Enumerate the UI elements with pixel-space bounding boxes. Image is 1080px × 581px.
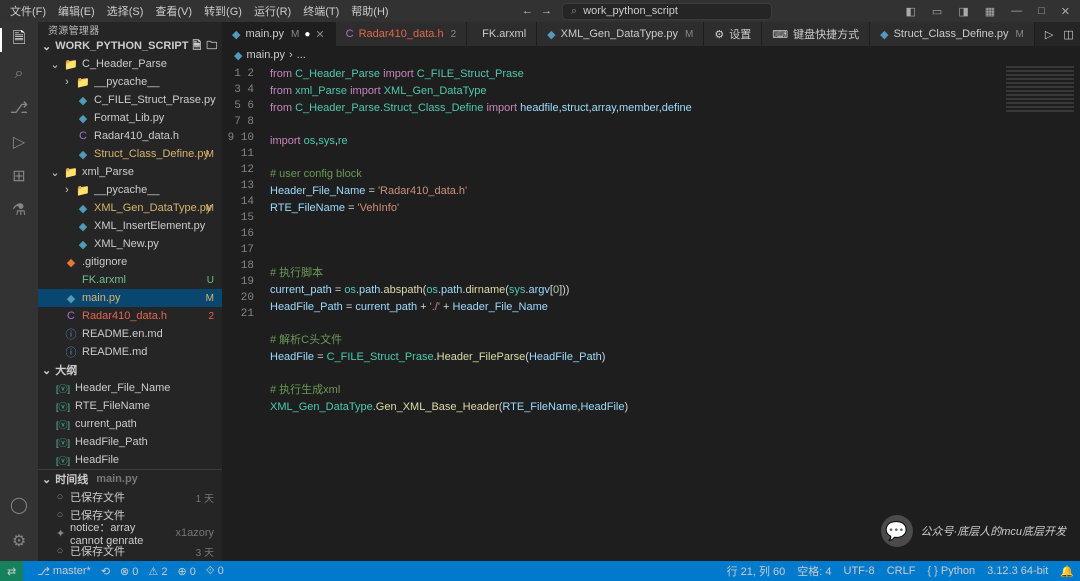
editor-tab[interactable]: ◆main.pyM●✕ — [222, 22, 336, 46]
problems-errors[interactable]: ⊗ 0 — [120, 565, 138, 578]
git-sync[interactable]: ⟲ — [101, 565, 110, 578]
menu-item[interactable]: 编辑(E) — [52, 1, 101, 21]
settings-gear-icon[interactable]: ⚙ — [7, 529, 31, 553]
layout-panel-right-icon[interactable]: ◨ — [952, 2, 974, 21]
indentation[interactable]: 空格: 4 — [797, 563, 831, 579]
notifications-bell-icon[interactable]: 🔔 — [1060, 563, 1074, 579]
editor-tabs: ◆main.pyM●✕CRadar410_data.h2FK.arxml◆XML… — [222, 22, 1080, 46]
source-control-icon[interactable]: ⎇ — [7, 96, 31, 120]
radio[interactable]: ⟐ 0 — [206, 565, 224, 578]
file-tree-item[interactable]: CRadar410_data.h — [38, 127, 222, 145]
command-center[interactable]: ⌕ work_python_script — [562, 3, 772, 20]
editor-tab[interactable]: FK.arxml — [467, 22, 537, 46]
eol[interactable]: CRLF — [887, 563, 916, 579]
file-tree-item[interactable]: ◆Format_Lib.py — [38, 109, 222, 127]
outline-symbol[interactable]: [ⓥ]RTE_FileName — [38, 397, 222, 415]
file-tree-item[interactable]: FK.arxmlU — [38, 271, 222, 289]
encoding[interactable]: UTF-8 — [844, 563, 875, 579]
outline-symbol[interactable]: [ⓥ]current_path — [38, 415, 222, 433]
extensions-icon[interactable]: ⊞ — [7, 164, 31, 188]
search-icon: ⌕ — [571, 5, 577, 18]
split-editor-icon[interactable]: ◫ — [1063, 28, 1073, 41]
menu-item[interactable]: 文件(F) — [4, 1, 52, 21]
menu-item[interactable]: 运行(R) — [248, 1, 297, 21]
search-icon[interactable]: ⌕ — [7, 62, 31, 86]
file-tree-item[interactable]: ◆Struct_Class_Define.pyM — [38, 145, 222, 163]
activity-bar: 🗎 ⌕ ⎇ ▷ ⊞ ⚗ ◯ ⚙ — [0, 22, 38, 561]
menu-item[interactable]: 终端(T) — [297, 1, 345, 21]
editor-group: ◆main.pyM●✕CRadar410_data.h2FK.arxml◆XML… — [222, 22, 1080, 561]
new-folder-icon[interactable]: 🗀 — [206, 37, 217, 56]
editor-tab[interactable]: ⚙设置 — [704, 22, 762, 46]
file-tree-item[interactable]: ◆XML_New.py — [38, 235, 222, 253]
file-tree-item[interactable]: ◆XML_Gen_DataType.pyM — [38, 199, 222, 217]
file-tree-item[interactable]: ⓘREADME.en.md — [38, 325, 222, 343]
close-tab-icon[interactable]: ✕ — [315, 28, 324, 41]
explorer-sidebar: 资源管理器 ⌄ WORK_PYTHON_SCRIPT 🗎 🗀 ⟲ ⊟ ⌄📁C_H… — [38, 22, 222, 561]
cursor-position[interactable]: 行 21, 列 60 — [727, 563, 786, 579]
accounts-icon[interactable]: ◯ — [7, 493, 31, 517]
menu-item[interactable]: 转到(G) — [198, 1, 248, 21]
remote-indicator[interactable]: ⇄ — [0, 561, 23, 581]
file-tree-item[interactable]: ⓘREADME.md — [38, 343, 222, 361]
outline-symbol[interactable]: [ⓥ]HeadFile — [38, 451, 222, 469]
file-tree-item[interactable]: ◆XML_InsertElement.py — [38, 217, 222, 235]
editor-tab[interactable]: ◆XML_Gen_DataType.pyM — [537, 22, 704, 46]
folder-root-header[interactable]: ⌄ WORK_PYTHON_SCRIPT 🗎 🗀 ⟲ ⊟ — [38, 37, 222, 55]
run-debug-icon[interactable]: ▷ — [7, 130, 31, 154]
code-editor[interactable]: 1 2 3 4 5 6 7 8 9 10 11 12 13 14 15 16 1… — [222, 64, 1080, 561]
outline-symbol[interactable]: [ⓥ]Header_File_Name — [38, 379, 222, 397]
file-tree-item[interactable]: CRadar410_data.h2 — [38, 307, 222, 325]
timeline-item[interactable]: ○已保存文件3 天 — [38, 542, 222, 560]
layout-panel-bottom-icon[interactable]: ▭ — [926, 2, 948, 21]
minimap[interactable] — [1000, 64, 1080, 264]
new-file-icon[interactable]: 🗎 — [192, 37, 201, 56]
git-branch[interactable]: ⎇ master* — [37, 565, 91, 578]
file-tree-item[interactable]: ◆main.pyM — [38, 289, 222, 307]
menu-item[interactable]: 帮助(H) — [345, 1, 394, 21]
window-minimize-icon[interactable]: — — [1005, 2, 1028, 21]
window-close-icon[interactable]: ✕ — [1055, 2, 1076, 21]
nav-forward-icon[interactable]: → — [541, 5, 552, 17]
menu-item[interactable]: 选择(S) — [101, 1, 150, 21]
run-file-icon[interactable]: ▷ — [1045, 28, 1053, 41]
file-tree-item[interactable]: ›📁__pycache__ — [38, 181, 222, 199]
editor-tab[interactable]: ⌨键盘快捷方式 — [762, 22, 870, 46]
window-maximize-icon[interactable]: □ — [1032, 2, 1051, 21]
outline-symbol[interactable]: [ⓥ]HeadFile_Path — [38, 433, 222, 451]
menubar: 文件(F)编辑(E)选择(S)查看(V)转到(G)运行(R)终端(T)帮助(H)… — [0, 0, 1080, 22]
editor-tab[interactable]: ◆Struct_Class_Define.pyM — [870, 22, 1035, 46]
breadcrumb-file-icon: ◆ — [234, 49, 242, 62]
wechat-icon: 💬 — [881, 515, 913, 547]
file-tree-item[interactable]: ⌄📁xml_Parse — [38, 163, 222, 181]
menu-item[interactable]: 查看(V) — [149, 1, 198, 21]
explorer-icon[interactable]: 🗎 — [7, 28, 31, 52]
testing-icon[interactable]: ⚗ — [7, 198, 31, 222]
file-tree-item[interactable]: ›📁__pycache__ — [38, 73, 222, 91]
file-tree-item[interactable]: ◆.gitignore — [38, 253, 222, 271]
ports[interactable]: ⊕ 0 — [177, 565, 195, 578]
nav-back-icon[interactable]: ← — [522, 5, 533, 17]
timeline-item[interactable]: ✦notice：array cannot genratex1azory — [38, 524, 222, 542]
outline-header[interactable]: ⌄大纲 — [38, 361, 222, 379]
layout-customize-icon[interactable]: ▦ — [979, 2, 1001, 21]
file-tree-item[interactable]: ⌄📁C_Header_Parse — [38, 55, 222, 73]
timeline-item[interactable]: ○已保存文件1 天 — [38, 488, 222, 506]
language-mode[interactable]: { } Python — [927, 563, 975, 579]
python-interpreter[interactable]: 3.12.3 64-bit — [987, 563, 1048, 579]
timeline-header[interactable]: ⌄时间线 main.py — [38, 470, 222, 488]
status-bar: ⇄ ⎇ master* ⟲ ⊗ 0 ⚠ 2 ⊕ 0 ⟐ 0 行 21, 列 60… — [0, 561, 1080, 581]
editor-tab[interactable]: CRadar410_data.h2 — [336, 22, 468, 46]
explorer-title: 资源管理器 — [38, 22, 222, 37]
watermark: 💬 公众号·底层人的mcu底层开发 — [881, 515, 1066, 547]
file-tree-item[interactable]: ◆C_FILE_Struct_Prase.py — [38, 91, 222, 109]
problems-warnings[interactable]: ⚠ 2 — [148, 565, 167, 578]
search-text: work_python_script — [583, 5, 678, 17]
breadcrumb[interactable]: ◆ main.py › ... — [222, 46, 1080, 64]
layout-panel-left-icon[interactable]: ◧ — [900, 2, 922, 21]
